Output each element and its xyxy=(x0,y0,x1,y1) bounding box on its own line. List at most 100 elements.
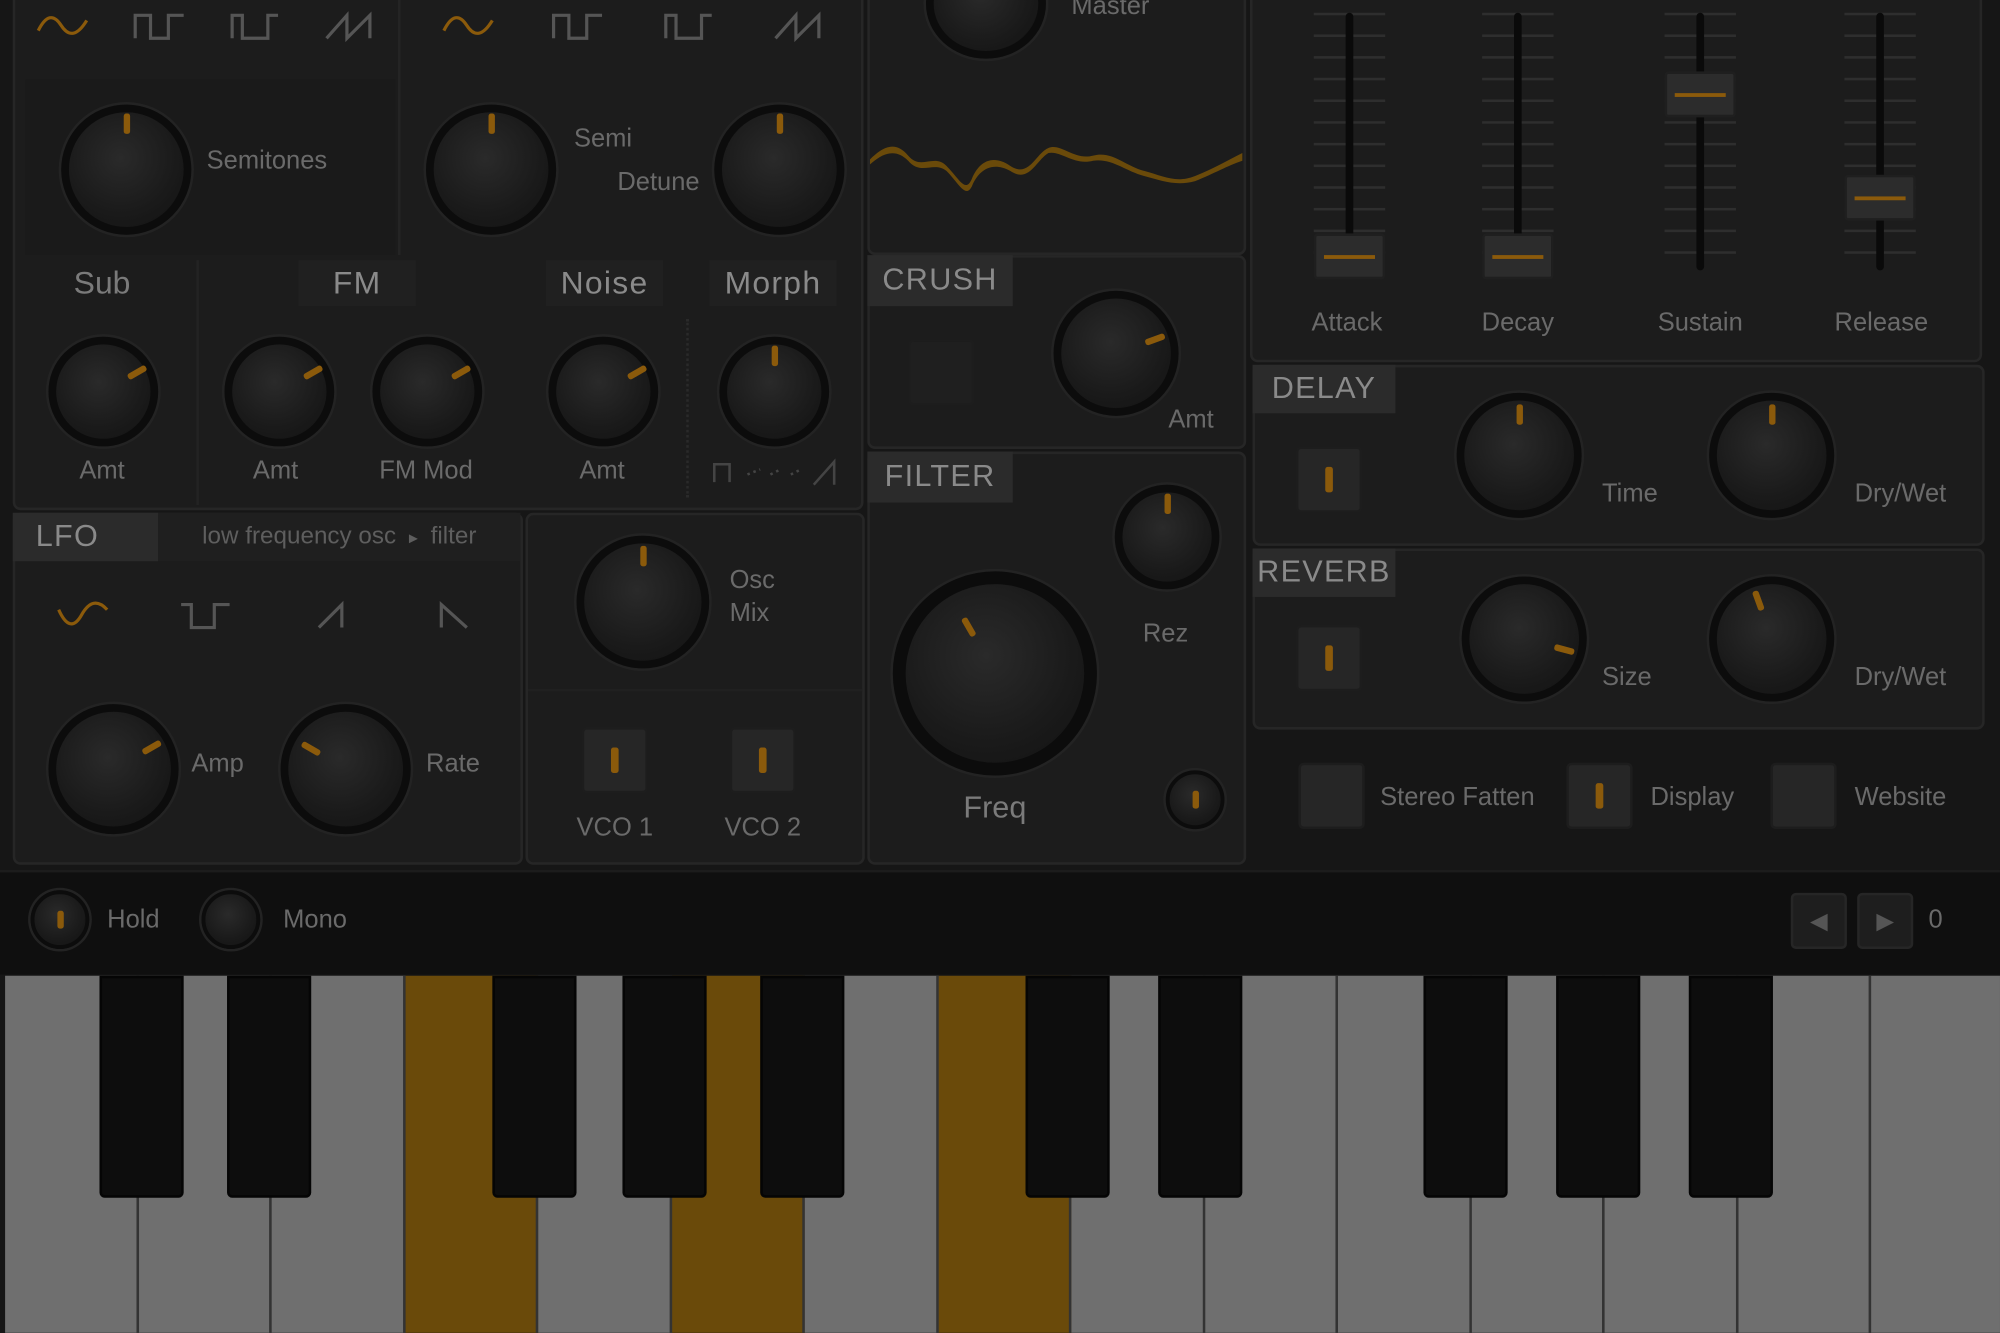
osc2-square-wave-icon[interactable] xyxy=(551,8,605,44)
release-slider-track[interactable] xyxy=(1876,12,1884,271)
osc2-sine-wave-icon[interactable] xyxy=(441,8,495,44)
reverb-size-label: Size xyxy=(1602,663,1652,692)
morph-knob[interactable] xyxy=(719,336,830,447)
delay-toggle[interactable] xyxy=(1295,446,1363,513)
black-key[interactable] xyxy=(99,975,184,1198)
osc-mix-knob[interactable] xyxy=(576,535,710,669)
black-key[interactable] xyxy=(622,975,707,1198)
sub-amt-knob[interactable] xyxy=(48,336,159,447)
filter-title: FILTER xyxy=(867,451,1013,503)
black-key[interactable] xyxy=(1158,975,1243,1198)
detune-label: Detune xyxy=(617,168,700,197)
rez-label: Rez xyxy=(1142,619,1189,648)
fm-mod-knob[interactable] xyxy=(372,336,483,447)
freq-label: Freq xyxy=(963,790,1027,826)
display-label: Display xyxy=(1650,783,1735,812)
fm-amt-knob[interactable] xyxy=(224,336,335,447)
lfo-sine-wave-icon[interactable] xyxy=(56,597,110,633)
reverb-size-knob[interactable] xyxy=(1461,576,1587,702)
fm-mod-label: FM Mod xyxy=(379,456,473,485)
lfo-saw-down-wave-icon[interactable] xyxy=(429,597,483,633)
semi-knob[interactable] xyxy=(426,104,557,235)
filter-env-knob[interactable] xyxy=(1165,770,1225,830)
stereo-fatten-label: Stereo Fatten xyxy=(1380,783,1535,812)
black-key[interactable] xyxy=(227,975,312,1198)
crush-toggle[interactable] xyxy=(908,339,975,406)
website-button[interactable] xyxy=(1770,762,1837,830)
lfo-amp-knob[interactable] xyxy=(48,704,179,835)
fm-amt-label: Amt xyxy=(252,456,299,485)
octave-down-button[interactable]: ◀ xyxy=(1790,892,1847,949)
decay-label: Decay xyxy=(1481,308,1555,337)
morph-shapes-icon xyxy=(713,458,836,486)
release-slider-thumb[interactable] xyxy=(1844,175,1916,222)
lfo-routing[interactable]: low frequency osc ▸ filter xyxy=(158,512,521,562)
black-key[interactable] xyxy=(1423,975,1508,1198)
osc1-pulse-wave-icon[interactable] xyxy=(230,8,284,44)
reverb-title: REVERB xyxy=(1252,548,1396,597)
octave-up-button[interactable]: ▶ xyxy=(1857,892,1914,949)
black-key[interactable] xyxy=(492,975,577,1198)
osc-mix-label-osc: Osc xyxy=(729,566,775,595)
decay-slider-thumb[interactable] xyxy=(1482,233,1554,280)
noise-title: Noise xyxy=(545,260,664,307)
semi-label: Semi xyxy=(573,124,633,154)
website-label: Website xyxy=(1854,783,1947,812)
vco1-label: VCO 1 xyxy=(576,813,654,842)
mono-toggle[interactable] xyxy=(201,890,261,949)
lfo-rate-knob[interactable] xyxy=(280,704,411,835)
detune-knob[interactable] xyxy=(714,104,845,235)
reverb-drywet-label: Dry/Wet xyxy=(1854,663,1947,692)
black-key[interactable] xyxy=(1556,975,1641,1198)
attack-slider-thumb[interactable] xyxy=(1313,233,1386,280)
octave-value: 0 xyxy=(1928,905,1943,934)
hold-toggle[interactable] xyxy=(30,890,90,949)
lfo-routing-to: filter xyxy=(430,522,477,550)
black-key[interactable] xyxy=(1025,975,1110,1198)
osc-mix-label-mix: Mix xyxy=(729,599,770,628)
mono-label: Mono xyxy=(283,905,347,934)
morph-title: Morph xyxy=(709,260,837,307)
attack-slider-track[interactable] xyxy=(1345,12,1354,271)
vco2-toggle[interactable] xyxy=(729,727,796,794)
freq-knob[interactable] xyxy=(892,571,1097,776)
display-toggle[interactable] xyxy=(1566,762,1633,830)
morph-divider xyxy=(686,318,691,498)
semitones-label: Semitones xyxy=(206,146,328,175)
noise-amt-label: Amt xyxy=(579,456,625,485)
sustain-slider-thumb[interactable] xyxy=(1664,70,1736,117)
lfo-square-wave-icon[interactable] xyxy=(179,597,233,633)
crush-amt-label: Amt xyxy=(1168,405,1214,434)
osc2-pulse-wave-icon[interactable] xyxy=(663,8,717,44)
sustain-label: Sustain xyxy=(1657,308,1743,337)
fm-title: FM xyxy=(298,260,416,307)
lfo-routing-from: low frequency osc xyxy=(202,522,397,550)
crush-amt-knob[interactable] xyxy=(1053,290,1179,416)
reverb-drywet-knob[interactable] xyxy=(1709,576,1835,702)
white-key[interactable] xyxy=(1871,975,2000,1333)
sustain-slider-track[interactable] xyxy=(1696,12,1705,271)
synth-app: Semitones Semi Detune Sub FM Noise Morph… xyxy=(0,0,2000,1333)
attack-label: Attack xyxy=(1311,308,1383,337)
master-label: Master xyxy=(1071,0,1150,21)
decay-slider-track[interactable] xyxy=(1514,12,1522,271)
osc2-saw-wave-icon[interactable] xyxy=(773,8,827,44)
vco2-label: VCO 2 xyxy=(724,813,802,842)
rez-knob[interactable] xyxy=(1114,484,1220,590)
lfo-saw-up-wave-icon[interactable] xyxy=(306,597,360,633)
stereo-fatten-toggle[interactable] xyxy=(1298,762,1365,830)
reverb-toggle[interactable] xyxy=(1295,624,1363,692)
black-key[interactable] xyxy=(760,975,845,1198)
osc-mix-divider xyxy=(528,688,863,692)
fm-divider xyxy=(196,260,199,506)
vco1-toggle[interactable] xyxy=(581,727,648,794)
delay-time-knob[interactable] xyxy=(1456,392,1582,518)
sub-title: Sub xyxy=(73,265,131,302)
osc1-square-wave-icon[interactable] xyxy=(133,8,187,44)
delay-drywet-knob[interactable] xyxy=(1709,392,1835,518)
osc1-saw-wave-icon[interactable] xyxy=(324,8,378,44)
noise-amt-knob[interactable] xyxy=(548,336,659,447)
black-key[interactable] xyxy=(1688,975,1773,1198)
semitones-knob[interactable] xyxy=(61,104,192,235)
osc1-sine-wave-icon[interactable] xyxy=(36,8,90,44)
